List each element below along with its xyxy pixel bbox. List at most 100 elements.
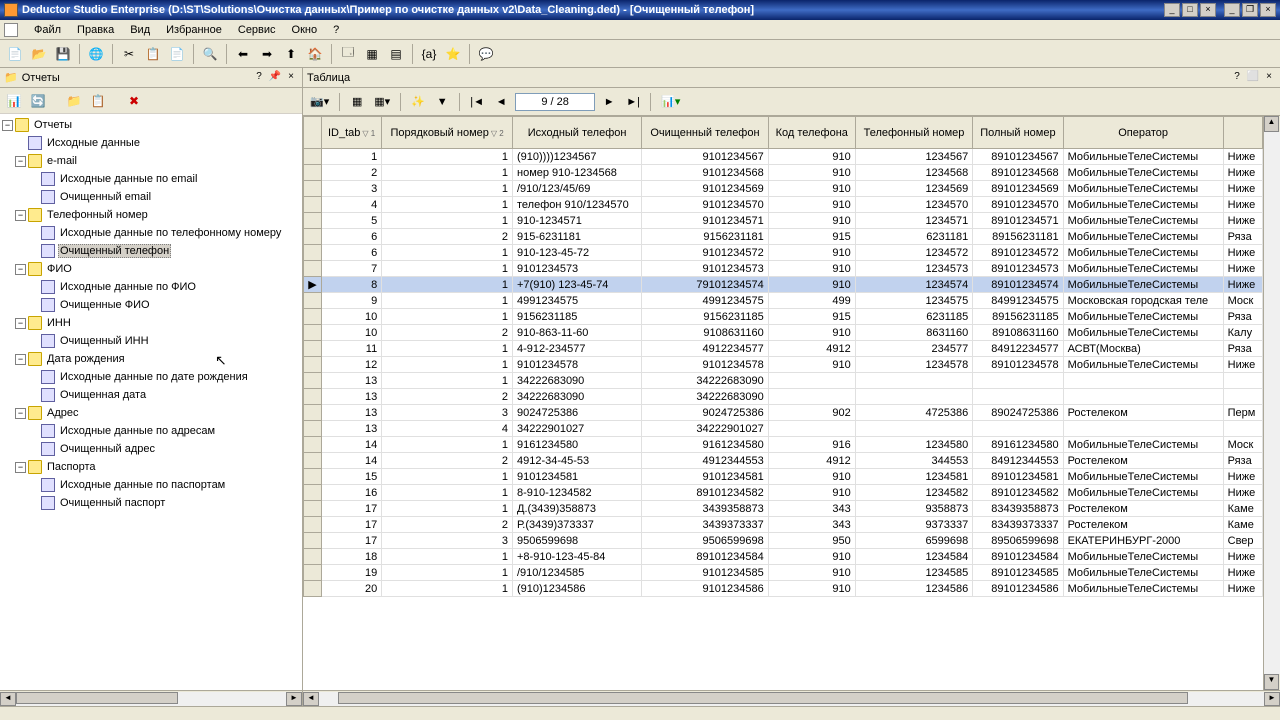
cell[interactable]: 2: [382, 389, 513, 405]
cell[interactable]: 6231185: [855, 309, 973, 325]
cell[interactable]: МобильныеТелеСистемы: [1063, 549, 1223, 565]
table-row[interactable]: 62915-6231181915623118191562311818915623…: [304, 229, 1263, 245]
cell[interactable]: 910: [768, 581, 855, 597]
tree-item[interactable]: Исходные данные: [2, 134, 300, 152]
cell[interactable]: МобильныеТелеСистемы: [1063, 357, 1223, 373]
cell[interactable]: 916: [768, 437, 855, 453]
cell[interactable]: 1: [382, 565, 513, 581]
table-row[interactable]: 1618-910-1234582891012345829101234582891…: [304, 485, 1263, 501]
cell[interactable]: 14: [322, 453, 382, 469]
expand-icon[interactable]: −: [15, 318, 26, 329]
cell[interactable]: 1234568: [855, 165, 973, 181]
cell[interactable]: Д.(3439)358873: [513, 501, 642, 517]
cell[interactable]: Ниже: [1223, 469, 1262, 485]
cell[interactable]: 1234571: [855, 213, 973, 229]
cell[interactable]: /910/123/45/69: [513, 181, 642, 197]
cell[interactable]: 34222683090: [513, 389, 642, 405]
cell[interactable]: Ростелеком: [1063, 501, 1223, 517]
cell[interactable]: 9101234571: [642, 213, 768, 229]
data-grid[interactable]: ID_tab▽ 1Порядковый номер▽ 2Исходный тел…: [303, 116, 1263, 597]
cell[interactable]: 499: [768, 293, 855, 309]
cell[interactable]: 1: [382, 261, 513, 277]
cell[interactable]: 910: [768, 485, 855, 501]
cell[interactable]: 343: [768, 517, 855, 533]
cell[interactable]: Ниже: [1223, 581, 1262, 597]
cell[interactable]: [768, 373, 855, 389]
cell[interactable]: 89101234572: [973, 245, 1063, 261]
cell[interactable]: 89101234573: [973, 261, 1063, 277]
cell[interactable]: 915: [768, 229, 855, 245]
tree-item[interactable]: Исходные данные по ФИО: [2, 278, 300, 296]
cell[interactable]: 9506599698: [642, 533, 768, 549]
cell[interactable]: 89101234585: [973, 565, 1063, 581]
cell[interactable]: 89101234574: [973, 277, 1063, 293]
cell[interactable]: [973, 389, 1063, 405]
cell[interactable]: 910: [768, 245, 855, 261]
cell[interactable]: 9101234586: [642, 581, 768, 597]
cell[interactable]: [1063, 373, 1223, 389]
cell[interactable]: 1: [382, 181, 513, 197]
table-row[interactable]: 201(910)12345869101234586910123458689101…: [304, 581, 1263, 597]
cell[interactable]: 83439358873: [973, 501, 1063, 517]
cell[interactable]: 5: [322, 213, 382, 229]
cell[interactable]: 9101234578: [642, 357, 768, 373]
cell[interactable]: 9101234573: [642, 261, 768, 277]
cell[interactable]: 1234581: [855, 469, 973, 485]
cell[interactable]: номер 910-1234568: [513, 165, 642, 181]
table-row[interactable]: 171Д.(3439)35887334393588733439358873834…: [304, 501, 1263, 517]
tree-label[interactable]: Очищенный ИНН: [58, 334, 151, 348]
cell[interactable]: 1234575: [855, 293, 973, 309]
cell[interactable]: 9506599698: [513, 533, 642, 549]
cell[interactable]: [855, 389, 973, 405]
table-row[interactable]: 21номер 910-1234568910123456891012345688…: [304, 165, 1263, 181]
tree-label[interactable]: Исходные данные: [45, 136, 142, 150]
table-row[interactable]: 1419161234580916123458091612345808916123…: [304, 437, 1263, 453]
cell[interactable]: 4: [382, 421, 513, 437]
cell[interactable]: 9101234568: [642, 165, 768, 181]
cell[interactable]: 84912344553: [973, 453, 1063, 469]
cell[interactable]: 9101234581: [513, 469, 642, 485]
cell[interactable]: 3: [382, 533, 513, 549]
grid-first-button[interactable]: |◄: [467, 92, 487, 112]
cell[interactable]: 8631160: [855, 325, 973, 341]
cell[interactable]: 9101234569: [642, 181, 768, 197]
cell[interactable]: 89161234580: [973, 437, 1063, 453]
tree-item[interactable]: −Паспорта: [2, 458, 300, 476]
cell[interactable]: 3: [382, 405, 513, 421]
tree-item[interactable]: −Телефонный номер: [2, 206, 300, 224]
tree-label[interactable]: Адрес: [45, 406, 81, 420]
cell[interactable]: Ряза: [1223, 341, 1262, 357]
cell[interactable]: 17: [322, 533, 382, 549]
cell[interactable]: Ростелеком: [1063, 405, 1223, 421]
table-row[interactable]: 1219101234578910123457891012345788910123…: [304, 357, 1263, 373]
cell[interactable]: 4991234575: [642, 293, 768, 309]
cell[interactable]: МобильныеТелеСистемы: [1063, 565, 1223, 581]
cell[interactable]: [768, 389, 855, 405]
table-row[interactable]: 172Р.(3439)37333734393733373439373337834…: [304, 517, 1263, 533]
cell[interactable]: +7(910) 123-45-74: [513, 277, 642, 293]
cell[interactable]: 910: [768, 197, 855, 213]
cell[interactable]: 344553: [855, 453, 973, 469]
cell[interactable]: 3439358873: [642, 501, 768, 517]
tree-item[interactable]: −Дата рождения: [2, 350, 300, 368]
home-button[interactable]: 🏠: [304, 43, 326, 65]
cell[interactable]: 9373337: [855, 517, 973, 533]
cell[interactable]: 1: [382, 149, 513, 165]
cell[interactable]: 89101234569: [973, 181, 1063, 197]
cell[interactable]: 9101234567: [642, 149, 768, 165]
cell[interactable]: МобильныеТелеСистемы: [1063, 485, 1223, 501]
cell[interactable]: 1: [382, 309, 513, 325]
mdi-restore-button[interactable]: ❐: [1242, 3, 1258, 17]
cell[interactable]: 6: [322, 245, 382, 261]
cell[interactable]: 910-863-11-60: [513, 325, 642, 341]
cell[interactable]: 89101234571: [973, 213, 1063, 229]
cell[interactable]: Ряза: [1223, 229, 1262, 245]
cell[interactable]: Моск: [1223, 293, 1262, 309]
grid-camera-button[interactable]: 📷▾: [307, 92, 332, 112]
cell[interactable]: МобильныеТелеСистемы: [1063, 213, 1223, 229]
cell[interactable]: МобильныеТелеСистемы: [1063, 181, 1223, 197]
cell[interactable]: 3439373337: [642, 517, 768, 533]
sidebar-close-button[interactable]: ×: [284, 71, 298, 85]
table-row[interactable]: 61910-123-45-729101234572910123457289101…: [304, 245, 1263, 261]
tree-label[interactable]: Очищенная дата: [58, 388, 148, 402]
